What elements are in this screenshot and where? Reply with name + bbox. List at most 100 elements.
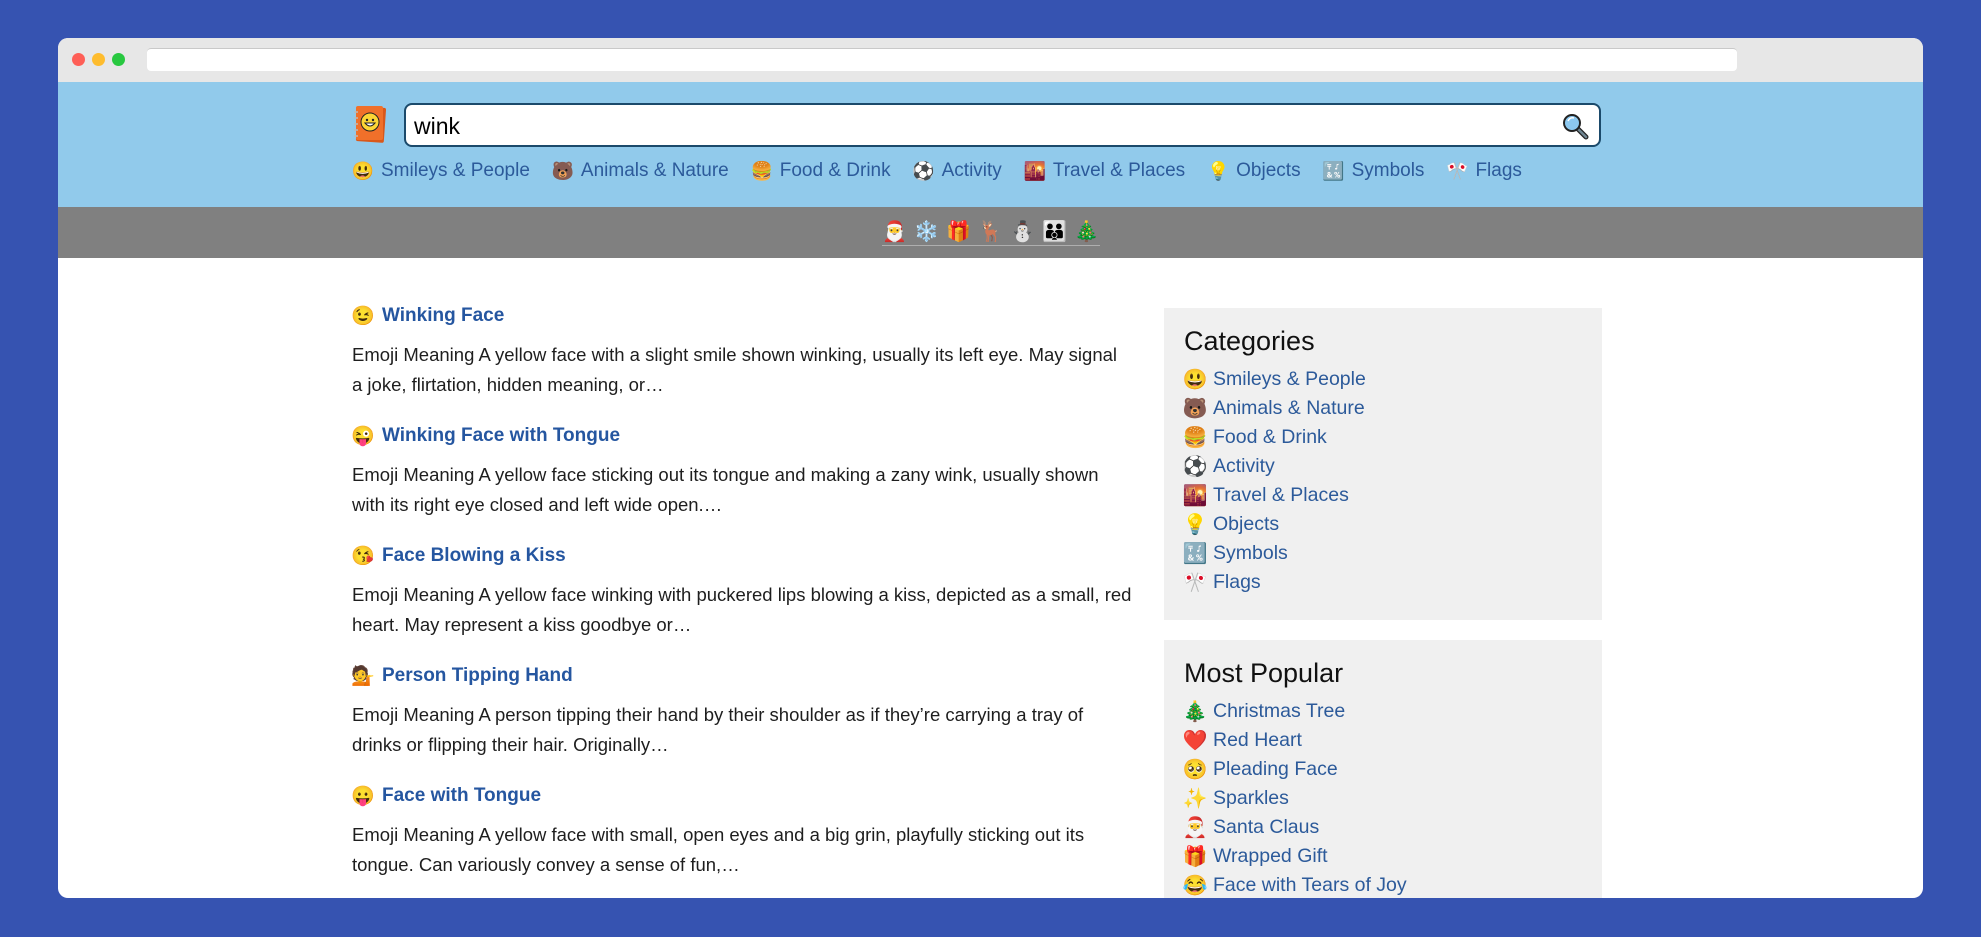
nav-category-smileys-and-people[interactable]: 😃 Smileys & People	[352, 160, 530, 182]
sidebar-popular-item-christmas-tree: 🎄 Christmas Tree	[1183, 697, 1582, 726]
food-and-drink-icon: 🍔	[750, 161, 773, 181]
family-icon[interactable]: 👪	[1042, 220, 1067, 244]
sidebar-categories: Categories 😃 Smileys & People 🐻 Animals & N…	[1164, 308, 1602, 620]
sidebar-category-link[interactable]: Smileys & People	[1213, 368, 1366, 391]
close-window-button[interactable]	[72, 53, 85, 66]
snowman-icon[interactable]: ⛄	[1010, 220, 1035, 244]
travel-and-places-icon: 🌇	[1182, 484, 1208, 507]
search-result: 😜 Winking Face with Tongue Emoji Meaning…	[351, 418, 1132, 520]
nav-category-label: Smileys & People	[381, 160, 530, 181]
sidebar-popular-item-wrapped-gift: 🎁 Wrapped Gift	[1182, 842, 1582, 871]
nav-category-food-and-drink[interactable]: 🍔 Food & Drink	[751, 160, 891, 182]
search-result: 😘 Face Blowing a Kiss Emoji Meaning A ye…	[351, 538, 1132, 640]
pleading-face-icon: 🥺	[1182, 758, 1208, 781]
category-nav: 😃 Smileys & People 🐻 Animals & Nature 🍔 Food …	[352, 156, 1544, 186]
sidebar-category-link[interactable]: Objects	[1213, 513, 1279, 536]
nav-category-symbols[interactable]: 🔣 Symbols	[1322, 160, 1425, 182]
nav-category-activity[interactable]: ⚽ Activity	[912, 160, 1002, 182]
flags-icon: 🎌	[1446, 161, 1469, 181]
face-blowing-a-kiss-icon[interactable]: 😘	[351, 545, 375, 567]
sidebar-category-link[interactable]: Food & Drink	[1213, 426, 1327, 449]
nav-category-label: Activity	[941, 160, 1002, 181]
site-logo[interactable]	[352, 104, 388, 144]
nav-category-animals-and-nature[interactable]: 🐻 Animals & Nature	[552, 160, 729, 182]
wrapped-gift-icon[interactable]: 🎁	[946, 220, 971, 244]
result-title-link[interactable]: Face with Tongue	[382, 785, 541, 807]
result-title-link[interactable]: Face Blowing a Kiss	[382, 545, 566, 567]
result-description: Emoji Meaning A yellow face with small, …	[352, 824, 1085, 875]
search-result: 😛 Face with Tongue Emoji Meaning A yello…	[351, 778, 1132, 880]
sidebar-popular-link[interactable]: Sparkles	[1213, 787, 1289, 810]
magnifier-icon	[1563, 114, 1589, 140]
nav-category-flags[interactable]: 🎌 Flags	[1446, 160, 1522, 182]
search-result: 💁 Person Tipping Hand Emoji Meaning A pe…	[351, 658, 1132, 760]
sidebar-popular-link[interactable]: Red Heart	[1213, 729, 1302, 752]
result-title-link[interactable]: Winking Face with Tongue	[382, 425, 620, 447]
result-title-link[interactable]: Person Tipping Hand	[382, 665, 573, 687]
face-with-tongue-icon[interactable]: 😛	[351, 785, 375, 807]
address-bar[interactable]	[147, 48, 1737, 71]
sidebar-popular-item-pleading-face: 🥺 Pleading Face	[1182, 755, 1582, 784]
sidebar-popular-link[interactable]: Christmas Tree	[1213, 700, 1345, 723]
deer-icon[interactable]: 🦌	[978, 220, 1003, 244]
winking-face-icon[interactable]: 😉	[351, 305, 375, 327]
christmas-tree-icon[interactable]: 🎄	[1074, 220, 1099, 244]
search-box	[404, 103, 1601, 147]
snowflake-icon[interactable]: ❄️	[914, 220, 939, 244]
sidebar-popular-item-red-heart: ❤️ Red Heart	[1182, 726, 1582, 755]
result-title-link[interactable]: Winking Face	[382, 305, 504, 327]
result-title-row: 😜 Winking Face with Tongue	[351, 418, 1132, 454]
sidebar-category-item-smileys-and-people: 😃 Smileys & People	[1182, 365, 1582, 394]
sidebar-categories-list: 😃 Smileys & People 🐻 Animals & Nature 🍔 Food …	[1182, 365, 1582, 597]
nav-category-label: Travel & Places	[1052, 160, 1186, 181]
result-description: Emoji Meaning A person tipping their han…	[352, 704, 1084, 755]
nav-category-objects[interactable]: 💡 Objects	[1206, 160, 1301, 182]
sidebar-popular-link[interactable]: Face with Tears of Joy	[1213, 874, 1407, 897]
maximize-window-button[interactable]	[112, 53, 125, 66]
minimize-window-button[interactable]	[92, 53, 105, 66]
search-input[interactable]	[412, 105, 1536, 147]
sidebar-category-link[interactable]: Animals & Nature	[1213, 397, 1365, 420]
sidebar-popular-link[interactable]: Pleading Face	[1213, 758, 1338, 781]
winking-face-with-tongue-icon[interactable]: 😜	[351, 425, 375, 447]
nav-category-label: Symbols	[1351, 160, 1425, 181]
wrapped-gift-icon: 🎁	[1182, 845, 1208, 868]
result-title-row: 😘 Face Blowing a Kiss	[351, 538, 1132, 574]
nav-category-label: Flags	[1475, 160, 1522, 181]
result-description: Emoji Meaning A yellow face with a sligh…	[352, 344, 1118, 395]
sidebar-popular-item-santa-claus: 🎅 Santa Claus	[1182, 813, 1582, 842]
sidebar-popular-link[interactable]: Wrapped Gift	[1213, 845, 1328, 868]
sidebar-category-link[interactable]: Flags	[1213, 571, 1261, 594]
sparkles-icon: ✨	[1182, 787, 1208, 810]
flags-icon: 🎌	[1182, 571, 1208, 594]
face-with-tears-of-joy-icon: 😂	[1182, 874, 1208, 897]
search-button[interactable]	[1561, 112, 1589, 140]
sidebar-category-item-food-and-drink: 🍔 Food & Drink	[1182, 423, 1582, 452]
browser-titlebar	[58, 38, 1923, 82]
red-heart-icon: ❤️	[1182, 729, 1208, 752]
result-title-row: 😛 Face with Tongue	[351, 778, 1132, 814]
sidebar-categories-title: Categories	[1184, 326, 1315, 356]
santa-claus-icon: 🎅	[1182, 816, 1208, 839]
person-tipping-hand-icon[interactable]: 💁	[351, 665, 375, 687]
search-results: 😉 Winking Face Emoji Meaning A yellow fa…	[351, 298, 1132, 898]
holiday-emoji-list: 🎅 ❄️ 🎁 🦌 ⛄ 👪 🎄	[882, 220, 1099, 246]
sidebar-category-link[interactable]: Activity	[1213, 455, 1275, 478]
smileys-and-people-icon: 😃	[1182, 368, 1208, 391]
result-title-row: 💁 Person Tipping Hand	[351, 658, 1132, 694]
sidebar-category-link[interactable]: Travel & Places	[1213, 484, 1349, 507]
sidebar-category-item-animals-and-nature: 🐻 Animals & Nature	[1183, 394, 1582, 423]
sidebar-popular-item-sparkles: ✨ Sparkles	[1182, 784, 1582, 813]
food-and-drink-icon: 🍔	[1182, 426, 1208, 449]
sidebar-popular-item-face-with-tears-of-joy: 😂 Face with Tears of Joy	[1182, 871, 1582, 898]
nav-category-travel-and-places[interactable]: 🌇 Travel & Places	[1024, 160, 1186, 182]
activity-icon: ⚽	[912, 161, 935, 181]
result-title-row: 😉 Winking Face	[351, 298, 1132, 334]
browser-window: 😃Smileys & People🐻Animals & Nature🍔Food …	[58, 38, 1923, 898]
objects-icon: 💡	[1206, 161, 1230, 181]
santa-claus-icon[interactable]: 🎅	[882, 220, 907, 244]
sidebar-popular-link[interactable]: Santa Claus	[1213, 816, 1319, 839]
sidebar-category-link[interactable]: Symbols	[1213, 542, 1288, 565]
sidebar-category-item-activity: ⚽ Activity	[1183, 452, 1582, 481]
nav-category-label: Food & Drink	[779, 160, 891, 181]
